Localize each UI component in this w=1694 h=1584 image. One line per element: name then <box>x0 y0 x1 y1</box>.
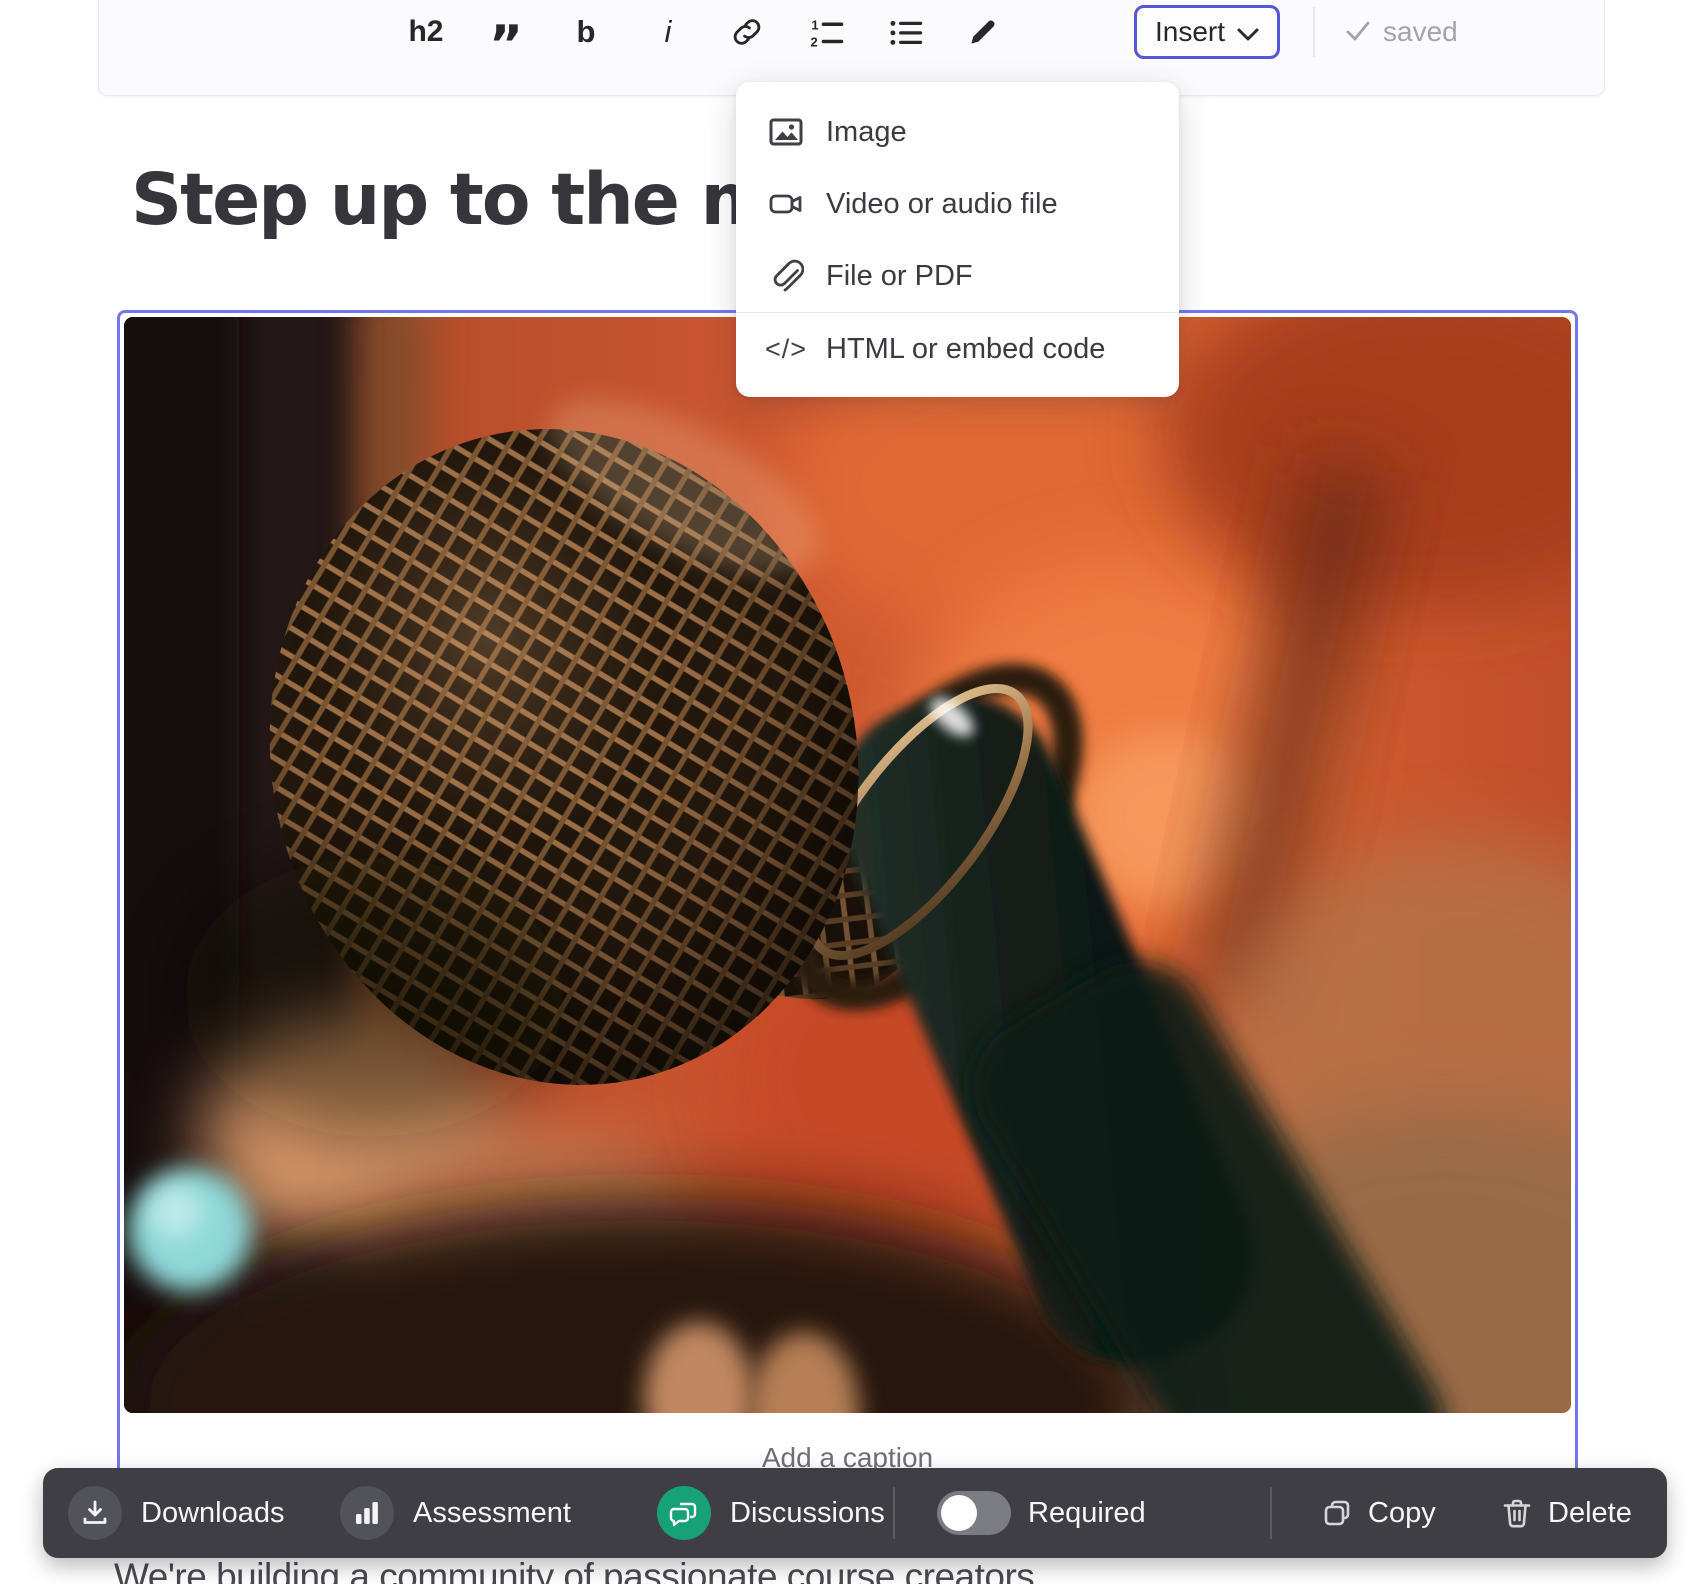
image-icon <box>766 114 806 150</box>
toggle-knob <box>941 1495 977 1531</box>
save-status: saved <box>1346 0 1458 77</box>
downloads-button[interactable]: Downloads <box>68 1468 284 1558</box>
bullet-list-icon <box>886 13 924 51</box>
trash-icon <box>1501 1497 1533 1529</box>
delete-label: Delete <box>1548 1497 1632 1530</box>
insert-button[interactable]: Insert <box>1134 5 1280 59</box>
video-icon <box>766 186 806 222</box>
copy-label: Copy <box>1368 1497 1436 1530</box>
bullet-list-button[interactable] <box>882 8 928 56</box>
code-icon: </> <box>766 334 806 365</box>
menu-item-video-audio[interactable]: Video or audio file <box>736 168 1179 240</box>
ordered-list-button[interactable]: 1 2 <box>803 8 849 56</box>
insert-button-label: Insert <box>1155 16 1225 48</box>
bar-divider <box>893 1487 895 1539</box>
lesson-image[interactable] <box>124 317 1571 1413</box>
menu-item-label: File or PDF <box>826 260 973 293</box>
toolbar-divider <box>1313 7 1315 57</box>
blockquote-button[interactable]: ” <box>483 8 529 56</box>
discussions-label: Discussions <box>730 1497 885 1530</box>
bar-chart-icon <box>340 1486 394 1540</box>
lesson-paragraph[interactable]: We're building a community of passionate… <box>114 1556 1034 1584</box>
pencil-icon <box>966 15 1000 49</box>
italic-button[interactable]: i <box>645 8 691 56</box>
delete-button[interactable]: Delete <box>1501 1468 1632 1558</box>
block-toolbar: Downloads Assessment Discussions <box>43 1468 1667 1558</box>
svg-text:2: 2 <box>810 35 817 50</box>
svg-text:1: 1 <box>811 17 818 32</box>
highlight-button[interactable] <box>960 8 1006 56</box>
required-label: Required <box>1028 1497 1146 1530</box>
bar-divider <box>1270 1487 1272 1539</box>
required-setting: Required <box>937 1468 1146 1558</box>
discussions-icon <box>657 1486 711 1540</box>
heading2-button[interactable]: h2 <box>403 8 449 56</box>
insert-menu: Image Video or audio file File or PDF </… <box>736 82 1179 397</box>
downloads-label: Downloads <box>141 1497 284 1530</box>
course-editor-page: h2 ” b i 1 2 <box>0 0 1694 1584</box>
check-icon <box>1346 16 1370 48</box>
menu-item-label: Video or audio file <box>826 188 1058 221</box>
link-icon <box>729 14 765 50</box>
assessment-label: Assessment <box>413 1497 571 1530</box>
download-icon <box>68 1486 122 1540</box>
menu-item-label: Image <box>826 116 907 149</box>
link-button[interactable] <box>724 8 770 56</box>
copy-button[interactable]: Copy <box>1321 1468 1436 1558</box>
menu-item-html-embed[interactable]: </> HTML or embed code <box>736 313 1179 385</box>
bold-button[interactable]: b <box>563 8 609 56</box>
copy-icon <box>1321 1497 1353 1529</box>
required-toggle[interactable] <box>937 1491 1011 1535</box>
menu-item-image[interactable]: Image <box>736 96 1179 168</box>
paperclip-icon <box>766 258 806 294</box>
menu-item-file-pdf[interactable]: File or PDF <box>736 240 1179 312</box>
ordered-list-icon: 1 2 <box>807 13 845 51</box>
menu-item-label: HTML or embed code <box>826 333 1105 366</box>
assessment-button[interactable]: Assessment <box>340 1468 571 1558</box>
save-status-label: saved <box>1383 16 1458 48</box>
chevron-down-icon <box>1237 16 1259 48</box>
discussions-button[interactable]: Discussions <box>657 1468 885 1558</box>
